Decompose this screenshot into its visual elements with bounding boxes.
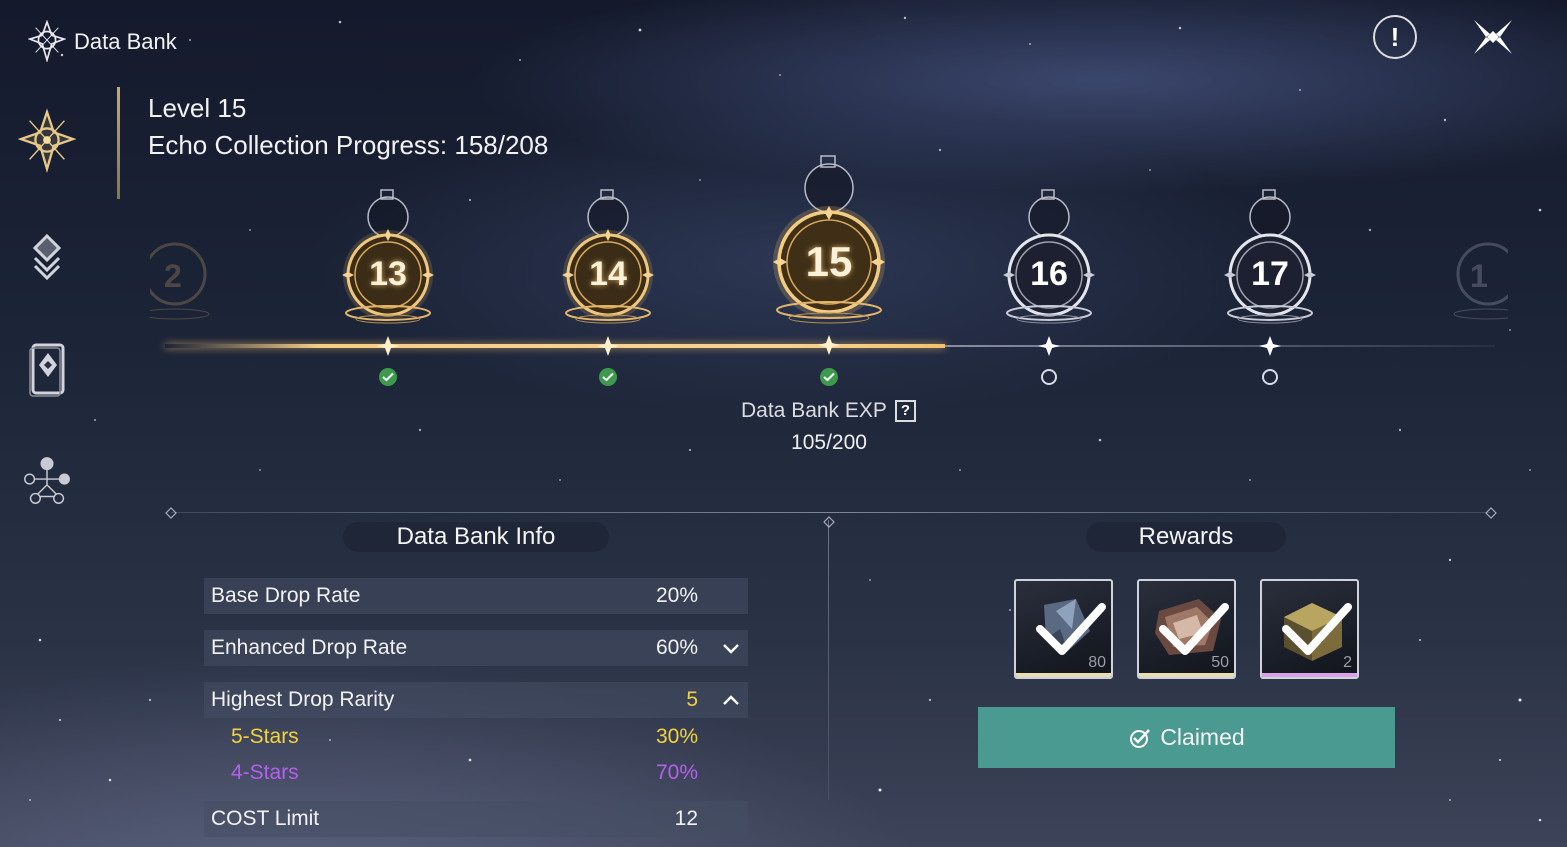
five-star-label: 5-Stars	[231, 725, 299, 748]
reward-count: 2	[1343, 654, 1352, 671]
echo-collection-progress: Echo Collection Progress: 158/208	[148, 130, 549, 160]
check-circle-icon	[1130, 728, 1151, 748]
info-button[interactable]: !	[1373, 15, 1417, 59]
level-node-next-edge: 1	[1448, 232, 1523, 322]
rarity-bar	[1016, 673, 1111, 677]
data-bank-exp-value: 105/200	[791, 431, 867, 454]
reward-item-crystal-shard[interactable]: 80	[1014, 579, 1113, 679]
reward-item-tuner-box[interactable]: 50	[1137, 579, 1236, 679]
page-title: Data Bank	[74, 29, 177, 54]
diamond-layers-icon	[32, 233, 62, 281]
chevron-down-icon[interactable]	[720, 637, 742, 659]
level-node-13[interactable]: 13	[323, 185, 453, 365]
level-number: 14	[589, 255, 627, 293]
level-node-16[interactable]: 16	[984, 185, 1114, 365]
claimed-button[interactable]: Claimed	[978, 707, 1395, 768]
level-number: 2	[164, 258, 182, 294]
divider-end-icon	[1485, 507, 1497, 519]
row-label: Highest Drop Rarity	[211, 688, 395, 711]
claimed-check-icon	[379, 368, 397, 386]
row-value: 20%	[655, 584, 698, 607]
card-diamond-icon	[29, 343, 65, 397]
row-value: 12	[674, 807, 698, 830]
row-label: Enhanced Drop Rate	[211, 636, 408, 659]
level-node-14[interactable]: 14	[543, 185, 673, 365]
sidebar-item-echo-list[interactable]	[18, 224, 76, 290]
close-cross-icon[interactable]	[1470, 14, 1516, 60]
column-divider	[828, 520, 829, 800]
unclaimed-circle-icon	[1262, 369, 1278, 385]
five-star-rate: 30%	[655, 725, 698, 748]
sidebar-item-sonata[interactable]	[18, 448, 76, 514]
claimed-label: Claimed	[1160, 724, 1245, 750]
row-label: Base Drop Rate	[211, 584, 361, 607]
rarity-bar	[1262, 673, 1357, 677]
sidebar-active-indicator	[117, 87, 120, 199]
rewards-section-title: Rewards	[1086, 522, 1286, 552]
level-number: 1	[1470, 258, 1488, 294]
exclamation-icon: !	[1390, 21, 1400, 52]
row-value: 5	[686, 688, 698, 711]
sidebar-item-data-bank[interactable]	[18, 108, 76, 174]
section-divider	[171, 512, 1491, 513]
constellation-icon	[24, 457, 70, 504]
info-row-base-drop: Base Drop Rate 20%	[204, 578, 748, 614]
level-node-17[interactable]: 17	[1205, 185, 1335, 365]
level-number: 16	[1030, 255, 1068, 293]
row-value: 60%	[655, 636, 698, 659]
rarity-bar	[1139, 673, 1234, 677]
claimed-check-icon	[599, 368, 617, 386]
divider-end-icon	[823, 516, 835, 528]
claimed-check-icon	[820, 368, 838, 386]
unclaimed-circle-icon	[1041, 369, 1057, 385]
chevron-up-icon[interactable]	[720, 689, 742, 711]
level-node-15-current[interactable]: 15	[764, 152, 894, 367]
data-bank-exp-label: Data Bank EXP	[741, 399, 887, 422]
data-bank-logo-icon	[28, 20, 66, 62]
level-number: 15	[805, 238, 853, 285]
four-star-rate: 70%	[655, 761, 698, 784]
info-row-cost-limit: COST Limit 12	[204, 801, 748, 837]
row-label: COST Limit	[211, 807, 320, 830]
info-row-enhanced-drop[interactable]: Enhanced Drop Rate 60%	[204, 630, 748, 666]
reward-count: 80	[1088, 654, 1106, 671]
reward-item-golden-cube[interactable]: 2	[1260, 579, 1359, 679]
level-number: 17	[1251, 255, 1289, 293]
info-section-title: Data Bank Info	[343, 522, 609, 552]
four-star-label: 4-Stars	[231, 761, 299, 784]
star-compass-icon	[18, 108, 76, 174]
level-node-prev-edge: 2	[140, 232, 210, 322]
level-number: 13	[369, 255, 407, 293]
sidebar-item-echo-cards[interactable]	[18, 336, 76, 402]
reward-count: 50	[1211, 654, 1229, 671]
help-question-icon[interactable]: ?	[895, 400, 916, 422]
divider-end-icon	[165, 507, 177, 519]
level-label: Level 15	[148, 93, 247, 123]
info-row-highest-rarity[interactable]: Highest Drop Rarity 5	[204, 682, 748, 718]
